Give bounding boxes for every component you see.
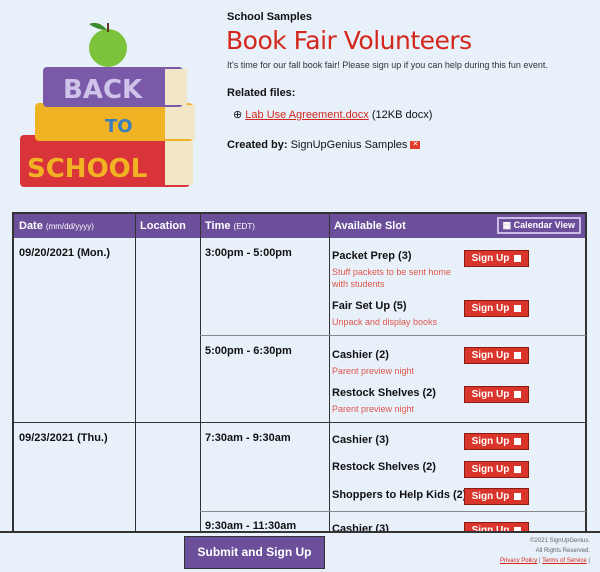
slot-item: Fair Set Up (5) Unpack and display books <box>332 300 438 327</box>
page-description: It's time for our fall book fair! Please… <box>227 60 548 70</box>
col-slot: Available Slot <box>334 220 406 232</box>
download-icon[interactable]: ⊕ <box>233 109 242 121</box>
checkbox-icon <box>514 493 522 500</box>
file-item: ⊕ Lab Use Agreement.docx (12KB docx) <box>233 108 432 121</box>
col-time: Time (EDT) <box>205 220 255 232</box>
checkbox-icon <box>514 255 522 262</box>
slot-item: Restock Shelves (2) <box>332 461 436 473</box>
row-date: 09/23/2021 (Thu.) <box>19 432 108 444</box>
sign-up-button[interactable]: Sign Up <box>464 461 529 478</box>
back-to-school-logo: BACK TO SCHOOL <box>20 22 195 187</box>
email-icon[interactable]: ✕ <box>410 141 421 150</box>
slot-item: Shoppers to Help Kids (2) <box>332 489 467 501</box>
checkbox-icon <box>514 391 522 398</box>
row-date: 09/20/2021 (Mon.) <box>19 247 111 259</box>
checkbox-icon <box>514 438 522 445</box>
sign-up-button[interactable]: Sign Up <box>464 386 529 403</box>
slot-item: Packet Prep (3) Stuff packets to be sent … <box>332 250 451 289</box>
sign-up-button[interactable]: Sign Up <box>464 347 529 364</box>
svg-text:TO: TO <box>105 116 133 137</box>
copyright: ©2021 SignUpGenius. <box>530 538 590 544</box>
row-time: 5:00pm - 6:30pm <box>205 345 292 357</box>
sign-up-button[interactable]: Sign Up <box>464 488 529 505</box>
creator-name: SignUpGenius Samples <box>290 139 408 151</box>
row-time: 3:00pm - 5:00pm <box>205 247 292 259</box>
sign-up-button[interactable]: Sign Up <box>464 300 529 317</box>
created-by: Created by: SignUpGenius Samples ✕ <box>227 139 421 151</box>
page-title: Book Fair Volunteers <box>226 26 472 55</box>
footer-links: Privacy Policy | Terms of Service | <box>499 558 590 564</box>
table-header: Date (mm/dd/yyyy) Location Time (EDT) Av… <box>14 214 585 238</box>
col-location: Location <box>140 220 186 232</box>
submit-button[interactable]: Submit and Sign Up <box>184 536 325 569</box>
rights: All Rights Reserved. <box>535 548 590 554</box>
privacy-link[interactable]: Privacy Policy <box>500 558 537 564</box>
checkbox-icon <box>514 466 522 473</box>
file-link[interactable]: Lab Use Agreement.docx <box>245 109 369 121</box>
terms-link[interactable]: Terms of Service <box>542 558 587 564</box>
col-date: Date (mm/dd/yyyy) <box>19 220 94 232</box>
calendar-view-button[interactable]: ▦ Calendar View <box>496 217 581 234</box>
related-files-label: Related files: <box>227 87 296 99</box>
row-time: 7:30am - 9:30am <box>205 432 291 444</box>
calendar-icon: ▦ <box>502 220 512 230</box>
checkbox-icon <box>514 305 522 312</box>
created-by-label: Created by: <box>227 139 288 151</box>
checkbox-icon <box>514 352 522 359</box>
slot-item: Cashier (3) <box>332 434 389 446</box>
sign-up-button[interactable]: Sign Up <box>464 433 529 450</box>
organization-name: School Samples <box>227 11 312 23</box>
slot-item: Restock Shelves (2) Parent preview night <box>332 387 436 414</box>
file-meta: (12KB docx) <box>371 109 433 121</box>
svg-text:SCHOOL: SCHOOL <box>27 154 147 184</box>
slot-item: Cashier (2) Parent preview night <box>332 349 415 376</box>
sign-up-button[interactable]: Sign Up <box>464 250 529 267</box>
signup-table: Date (mm/dd/yyyy) Location Time (EDT) Av… <box>12 212 587 542</box>
svg-text:BACK: BACK <box>63 75 143 105</box>
